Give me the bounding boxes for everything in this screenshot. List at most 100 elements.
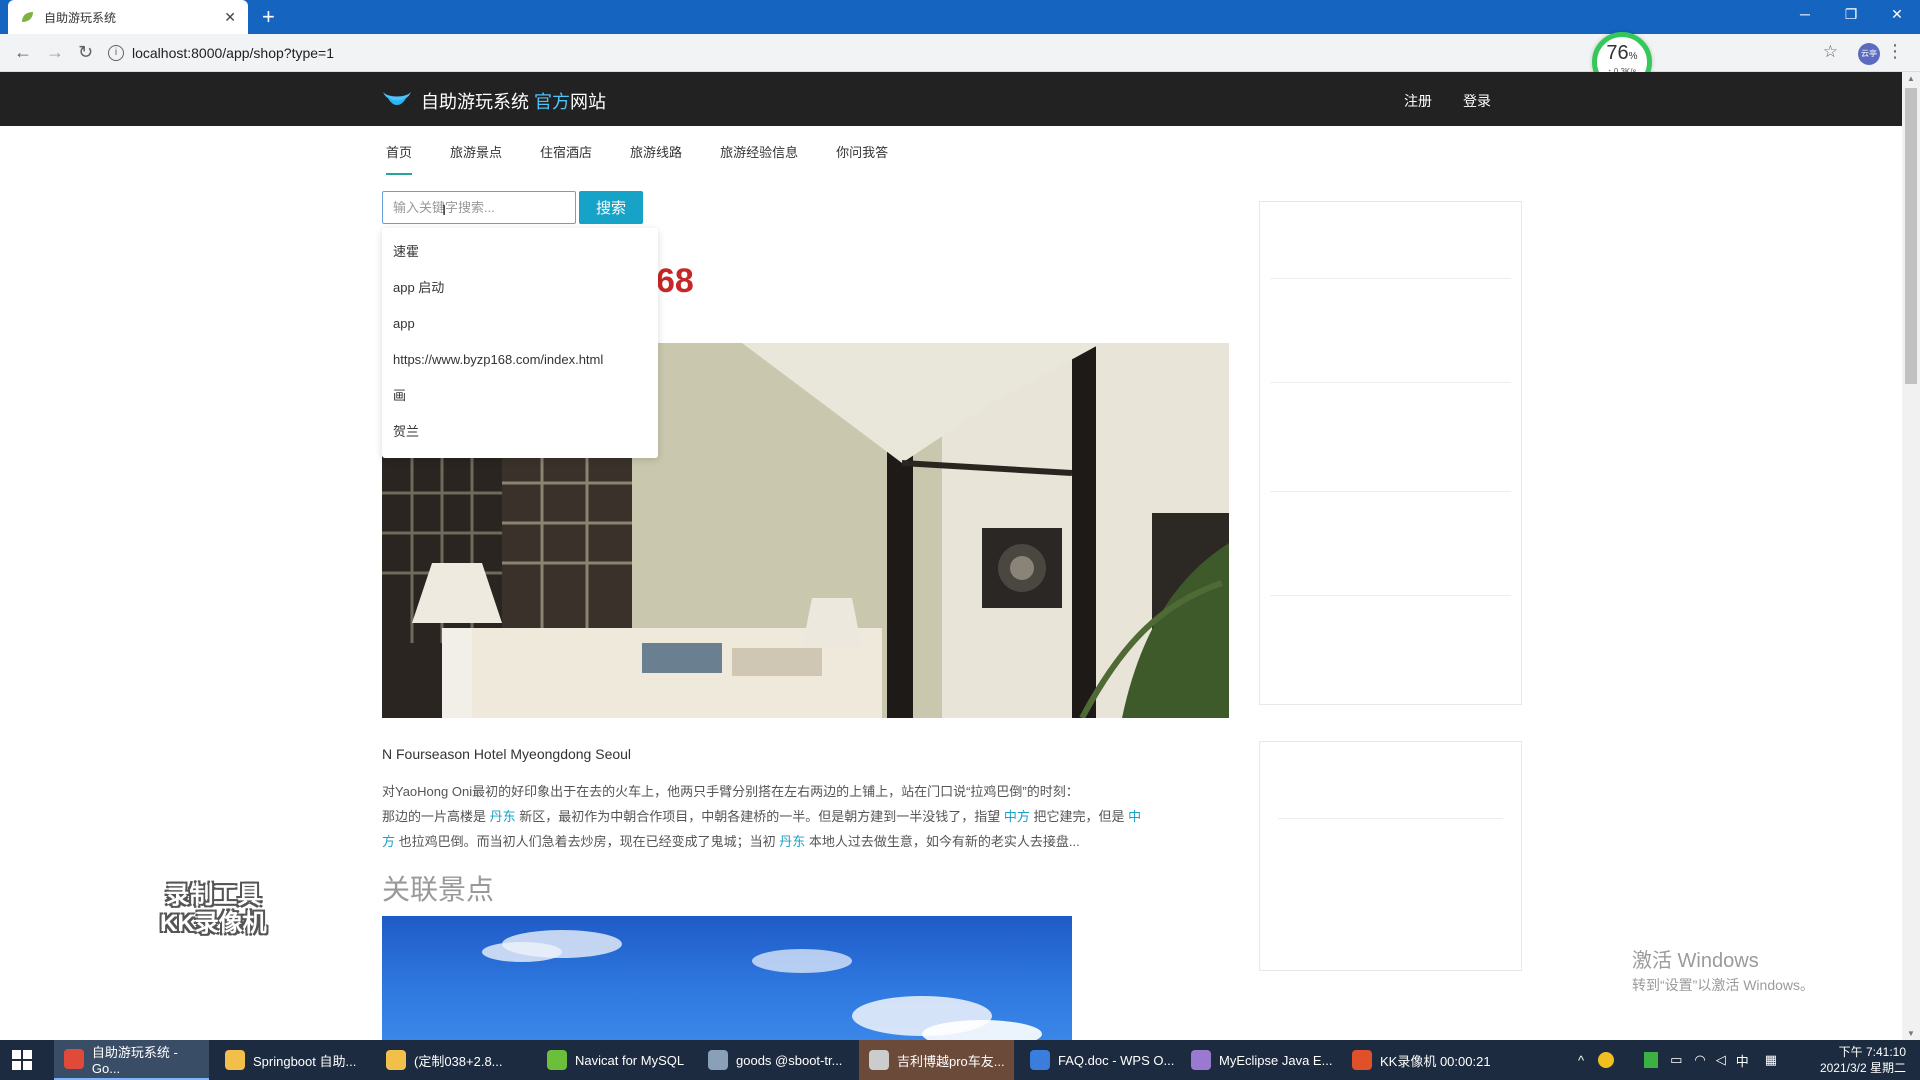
tray-expand-icon[interactable]: ^ bbox=[1578, 1053, 1584, 1068]
app-icon bbox=[1191, 1050, 1211, 1070]
desc-text: 新区，最初作为中朝合作项目，中朝各建桥的一半。但是朝方建到一半没钱了，指望 bbox=[515, 809, 1004, 824]
taskbar-app-button[interactable]: goods @sboot-tr... bbox=[698, 1040, 853, 1080]
url-field[interactable]: i localhost:8000/app/shop?type=1 bbox=[108, 40, 1808, 66]
bookmark-star-icon[interactable]: ☆ bbox=[1823, 42, 1838, 62]
suggestion-item[interactable]: https://www.byzp168.com/index.html bbox=[382, 342, 658, 378]
leaf-icon bbox=[22, 12, 33, 22]
sidebar-panel bbox=[1259, 201, 1522, 705]
close-window-button[interactable]: ✕ bbox=[1874, 0, 1920, 30]
divider bbox=[1270, 382, 1511, 383]
reload-icon[interactable]: ↻ bbox=[78, 42, 93, 63]
app-icon bbox=[708, 1050, 728, 1070]
speed-percent-unit: % bbox=[1628, 51, 1638, 62]
search-suggestions: 速霍 app 启动 app https://www.byzp168.com/in… bbox=[382, 228, 658, 458]
taskbar-app-button[interactable]: 自助游玩系统 - Go... bbox=[54, 1040, 209, 1080]
app-icon bbox=[547, 1050, 567, 1070]
ime-indicator[interactable]: 中 bbox=[1736, 1051, 1749, 1070]
related-section-title: 关联景点 bbox=[382, 874, 495, 905]
app-icon bbox=[869, 1050, 889, 1070]
taskbar-app-button[interactable]: FAQ.doc - WPS O... bbox=[1020, 1040, 1175, 1080]
page-scrollbar[interactable]: ▲ ▼ bbox=[1902, 72, 1920, 1040]
restore-button[interactable]: ❐ bbox=[1828, 0, 1874, 30]
desc-line-2: 那边的一片高楼是 丹东 新区，最初作为中朝合作项目，中朝各建桥的一半。但是朝方建… bbox=[382, 804, 1202, 829]
site-brand[interactable]: 自助游玩系统 官方网站 bbox=[421, 88, 606, 114]
nav-home[interactable]: 首页 bbox=[386, 142, 413, 175]
taskbar-app-button[interactable]: Navicat for MySQL bbox=[537, 1040, 692, 1080]
desc-text: 本地人过去做生意，如今有新的老实人去接盘... bbox=[805, 834, 1080, 849]
scroll-thumb[interactable] bbox=[1905, 88, 1917, 384]
app-icon bbox=[386, 1050, 406, 1070]
suggestion-item[interactable]: 速霍 bbox=[382, 234, 658, 270]
tab-close-icon[interactable]: ✕ bbox=[224, 9, 236, 26]
taskbar-app-label: (定制038+2.8... bbox=[414, 1053, 503, 1069]
keyboard-icon[interactable]: ▦ bbox=[1765, 1052, 1777, 1068]
taskbar-app-label: Navicat for MySQL bbox=[575, 1052, 685, 1068]
suggestion-item[interactable]: 贺兰 bbox=[382, 414, 658, 450]
taskbar-app-button[interactable]: KK录像机 00:00:21 bbox=[1342, 1040, 1497, 1080]
scroll-down-icon[interactable]: ▼ bbox=[1907, 1029, 1915, 1038]
back-icon[interactable]: ← bbox=[14, 42, 32, 63]
info-icon[interactable]: i bbox=[108, 45, 124, 61]
tray-app-icon[interactable] bbox=[1598, 1052, 1615, 1068]
taskbar-app-label: goods @sboot-tr... bbox=[736, 1052, 843, 1068]
divider bbox=[1270, 278, 1511, 279]
new-tab-button[interactable]: + bbox=[262, 4, 275, 30]
brand-tail: 网站 bbox=[570, 92, 607, 112]
hotel-title: N Fourseason Hotel Myeongdong Seoul bbox=[382, 746, 632, 762]
divider bbox=[1270, 595, 1511, 596]
activation-subtitle: 转到“设置”以激活 Windows。 bbox=[1632, 977, 1815, 993]
nav-attractions[interactable]: 旅游景点 bbox=[450, 142, 502, 175]
browser-tab-bar: 自助游玩系统 ✕ + ─ ❐ ✕ bbox=[0, 0, 1920, 34]
app-icon bbox=[1352, 1050, 1372, 1070]
battery-icon[interactable]: ▭ bbox=[1670, 1052, 1682, 1068]
watermark-line-2: KK录像机 bbox=[160, 910, 267, 937]
wifi-icon[interactable]: ◠ bbox=[1694, 1052, 1705, 1068]
menu-kebab-icon[interactable]: ⋮ bbox=[1886, 41, 1904, 62]
taskbar-app-button[interactable]: MyEclipse Java E... bbox=[1181, 1040, 1336, 1080]
clock-time: 下午 7:41:10 bbox=[1838, 1045, 1906, 1059]
sidebar-panel-2 bbox=[1259, 741, 1522, 971]
register-link[interactable]: 注册 bbox=[1404, 91, 1432, 111]
suggestion-item[interactable]: app 启动 bbox=[382, 270, 658, 306]
minimize-button[interactable]: ─ bbox=[1782, 0, 1828, 30]
profile-avatar[interactable]: 云亭 bbox=[1858, 43, 1880, 65]
desc-text: 也拉鸡巴倒。而当初人们急着去炒房，现在已经变成了鬼城；当初 bbox=[395, 834, 780, 849]
main-nav: 首页 旅游景点 住宿酒店 旅游线路 旅游经验信息 你问我答 bbox=[386, 142, 926, 175]
desc-line-1: 对YaoHong Oni最初的好印象出于在去的火车上，他两只手臂分别搭在左右两边… bbox=[382, 784, 1079, 799]
login-link[interactable]: 登录 bbox=[1463, 91, 1491, 111]
desc-link[interactable]: 方 bbox=[382, 834, 395, 849]
taskbar-app-label: KK录像机 00:00:21 bbox=[1380, 1053, 1491, 1069]
taskbar-app-label: 吉利博越pro车友... bbox=[897, 1053, 1005, 1069]
divider bbox=[1278, 818, 1503, 819]
desc-link[interactable]: 中方 bbox=[1004, 809, 1030, 824]
app-icon bbox=[64, 1049, 84, 1069]
taskbar-app-label: 自助游玩系统 - Go... bbox=[91, 1045, 178, 1076]
windows-start-icon[interactable] bbox=[12, 1050, 32, 1070]
nav-hotels[interactable]: 住宿酒店 bbox=[540, 142, 592, 175]
system-clock[interactable]: 下午 7:41:10 2021/3/2 星期二 bbox=[1820, 1044, 1906, 1076]
browser-tab[interactable]: 自助游玩系统 ✕ bbox=[8, 0, 248, 34]
volume-icon[interactable]: ◁ bbox=[1716, 1052, 1726, 1068]
nav-routes[interactable]: 旅游线路 bbox=[630, 142, 682, 175]
taskbar-app-button[interactable]: (定制038+2.8... bbox=[376, 1040, 531, 1080]
desc-link[interactable]: 丹东 bbox=[779, 834, 805, 849]
nav-experience[interactable]: 旅游经验信息 bbox=[720, 142, 798, 175]
scroll-up-icon[interactable]: ▲ bbox=[1907, 74, 1915, 83]
brand-main: 自助游玩系统 bbox=[421, 92, 535, 112]
related-attraction-image[interactable] bbox=[382, 916, 1072, 1040]
taskbar-app-button[interactable]: Springboot 自助... bbox=[215, 1040, 370, 1080]
desc-link[interactable]: 丹东 bbox=[490, 809, 516, 824]
tray-green-icon[interactable] bbox=[1644, 1052, 1659, 1068]
sky-illustration bbox=[482, 930, 1042, 1040]
search-input[interactable] bbox=[382, 191, 576, 224]
clock-date: 2021/3/2 星期二 bbox=[1819, 1061, 1906, 1075]
desc-link[interactable]: 中 bbox=[1128, 809, 1141, 824]
taskbar-app-button[interactable]: 吉利博越pro车友... bbox=[859, 1040, 1014, 1080]
price-text: 68 bbox=[656, 262, 694, 300]
suggestion-item[interactable]: app bbox=[382, 306, 658, 342]
forward-icon[interactable]: → bbox=[46, 42, 64, 63]
nav-qa[interactable]: 你问我答 bbox=[836, 142, 888, 175]
search-button[interactable]: 搜索 bbox=[579, 191, 643, 224]
desc-text: 把它建完，但是 bbox=[1029, 809, 1129, 824]
suggestion-item[interactable]: 画 bbox=[382, 378, 658, 414]
